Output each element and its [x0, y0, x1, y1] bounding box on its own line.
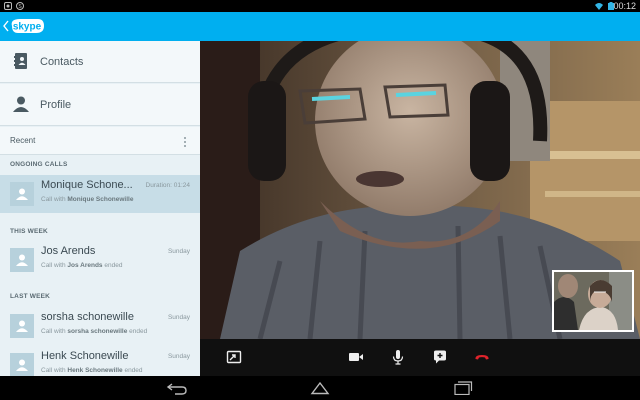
overflow-menu-icon[interactable]: [182, 135, 188, 149]
person-icon: [13, 96, 29, 112]
self-view-image: [554, 272, 632, 330]
sidebar-item-label: Profile: [40, 99, 72, 111]
sidebar: Contacts Profile Recent ONGOING CALLS Mo…: [0, 41, 200, 376]
svg-text:skype: skype: [13, 22, 42, 33]
sidebar-item-profile[interactable]: Profile: [0, 84, 200, 126]
call-controls-bar: [200, 339, 640, 376]
call-status: Call with sorsha schonewille ended: [41, 328, 148, 335]
person-icon: [16, 320, 28, 332]
recent-apps-icon[interactable]: [452, 381, 474, 395]
call-date: Sunday: [167, 248, 190, 255]
contact-name: Monique Schone...: [41, 179, 133, 191]
call-row-monique[interactable]: Monique Schone... Duration: 01:24 Call w…: [0, 175, 200, 213]
skype-logo[interactable]: skype: [8, 16, 46, 36]
call-row-jos[interactable]: Jos Arends Sunday Call with Jos Arends e…: [0, 241, 200, 279]
call-status: Call with Henk Schonewille ended: [41, 367, 143, 374]
video-camera-icon[interactable]: [348, 349, 364, 365]
screen: S 00:12 skype Contacts Profile Recent ON…: [0, 0, 640, 400]
contact-name: sorsha schonewille: [41, 311, 134, 323]
call-date: Sunday: [167, 314, 190, 321]
avatar: [10, 353, 34, 376]
call-status: Call with Monique Schonewille: [41, 196, 134, 203]
call-duration: Duration: 01:24: [145, 182, 190, 189]
section-header-this-week: THIS WEEK: [10, 228, 48, 235]
person-icon: [16, 359, 28, 371]
self-view-video[interactable]: [552, 270, 634, 332]
call-status: Call with Jos Arends ended: [41, 262, 123, 269]
end-call-icon[interactable]: [474, 349, 490, 365]
sidebar-item-contacts[interactable]: Contacts: [0, 41, 200, 83]
skype-notification-icon: S: [16, 2, 24, 10]
avatar: [10, 182, 34, 206]
avatar: [10, 314, 34, 338]
back-icon[interactable]: [166, 381, 188, 395]
recent-header: Recent: [0, 127, 200, 155]
person-icon: [16, 188, 28, 200]
microphone-icon[interactable]: [390, 349, 406, 365]
recent-label: Recent: [10, 136, 36, 145]
call-date: Sunday: [167, 353, 190, 360]
call-row-sorsha[interactable]: sorsha schonewille Sunday Call with sors…: [0, 307, 200, 345]
section-header-ongoing: ONGOING CALLS: [10, 161, 68, 168]
contact-name: Henk Schonewille: [41, 350, 129, 362]
add-chat-icon[interactable]: [432, 349, 448, 365]
section-header-last-week: LAST WEEK: [10, 293, 51, 300]
notification-icon: [4, 2, 12, 10]
home-icon[interactable]: [309, 381, 331, 395]
avatar: [10, 248, 34, 272]
sidebar-item-label: Contacts: [40, 56, 84, 68]
fullscreen-icon[interactable]: [226, 349, 242, 365]
wifi-icon: [595, 3, 603, 10]
contacts-book-icon: [14, 53, 27, 69]
call-row-henk[interactable]: Henk Schonewille Sunday Call with Henk S…: [0, 346, 200, 376]
system-nav-bar: [0, 376, 640, 400]
status-bar: S 00:12: [0, 0, 640, 12]
app-bar: skype: [0, 12, 640, 41]
clock: 00:12: [613, 1, 636, 11]
person-icon: [16, 254, 28, 266]
contact-name: Jos Arends: [41, 245, 96, 257]
